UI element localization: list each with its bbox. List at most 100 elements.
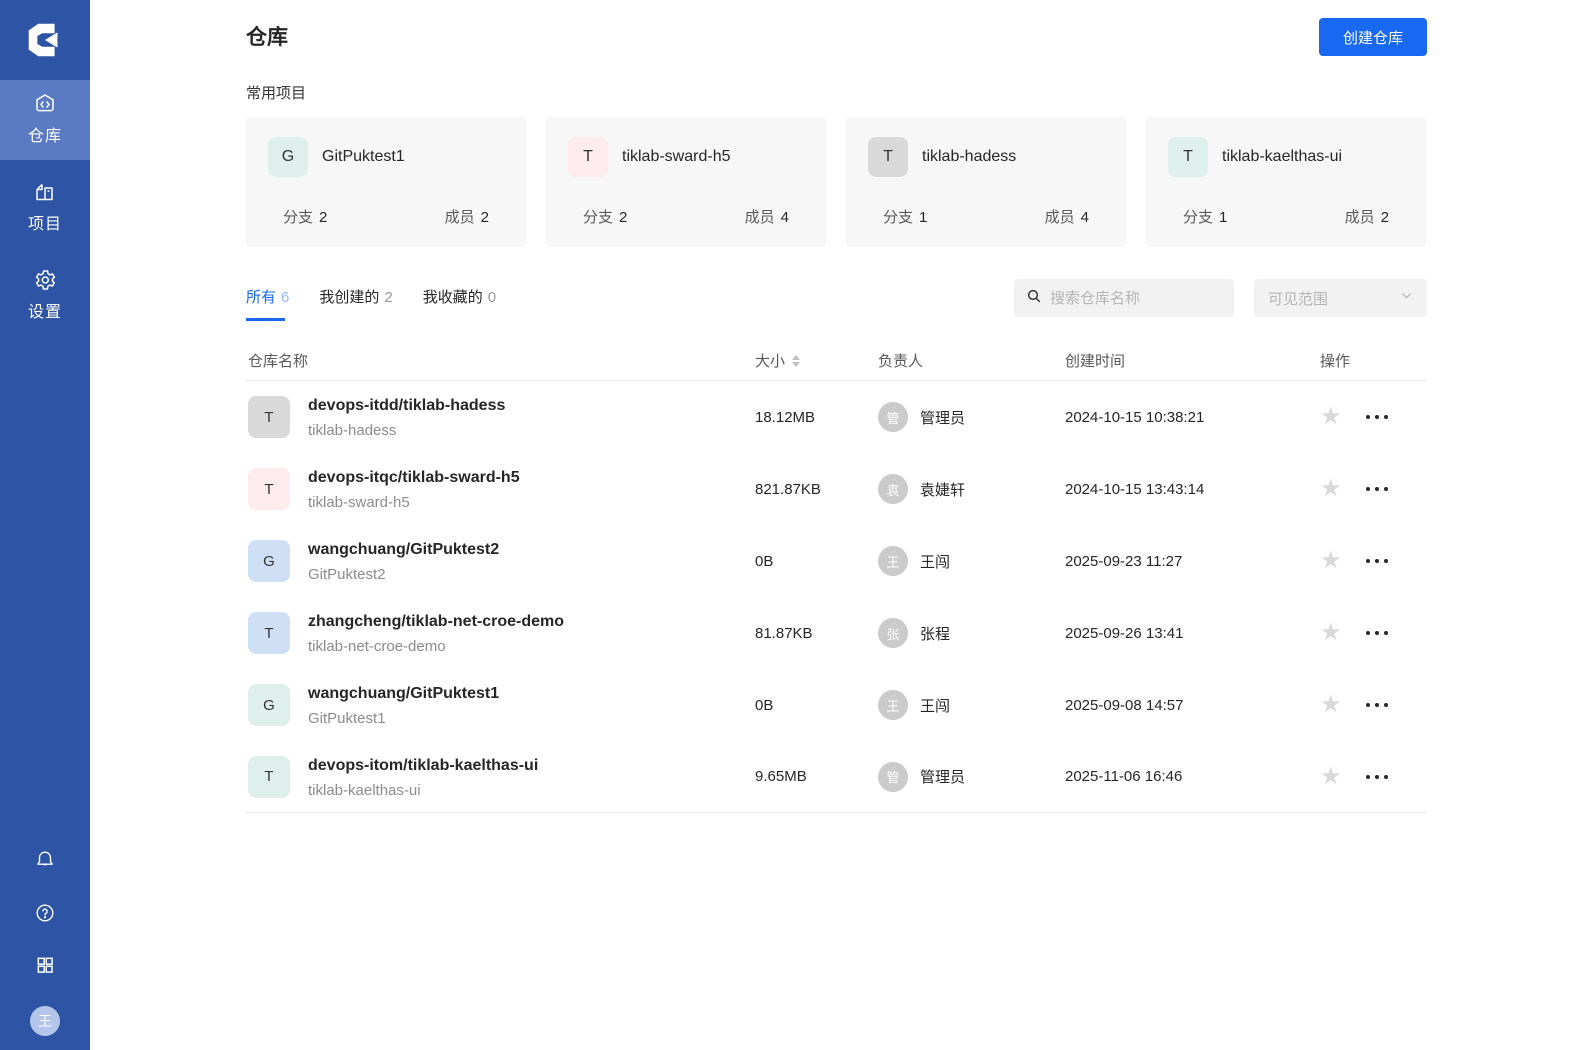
project-icon: [33, 180, 57, 204]
project-name: tiklab-hadess: [922, 148, 1017, 165]
more-actions-icon[interactable]: [1365, 703, 1388, 707]
repo-size: 81.87KB: [755, 624, 813, 642]
repo-subtitle: tiklab-kaelthas-ui: [308, 781, 421, 799]
project-name: tiklab-kaelthas-ui: [1222, 148, 1343, 165]
repo-search[interactable]: [1014, 279, 1234, 317]
owner-name: 管理员: [920, 769, 966, 786]
star-icon[interactable]: ★: [1320, 405, 1342, 429]
owner-avatar: 袁: [878, 474, 908, 504]
apps-grid-icon[interactable]: [35, 955, 55, 980]
repo-subtitle: tiklab-net-croe-demo: [308, 638, 446, 655]
repo-name-link[interactable]: devops-itqc/tiklab-sward-h5: [308, 467, 520, 488]
owner-name: 王闯: [920, 697, 951, 715]
branch-stat: 分支 1: [883, 209, 928, 226]
user-avatar[interactable]: 王: [30, 1006, 60, 1036]
tab-all[interactable]: 所有 6: [246, 286, 289, 321]
member-stat: 成员 2: [444, 209, 489, 226]
more-actions-icon[interactable]: [1365, 415, 1388, 419]
star-icon[interactable]: ★: [1320, 693, 1342, 717]
main-content: 仓库 创建仓库 常用项目 G GitPuktest1 分支 2 成员 2 T t…: [90, 0, 1575, 1050]
chevron-down-icon: [1400, 289, 1413, 307]
branch-stat: 分支 1: [1183, 209, 1228, 226]
repo-avatar: G: [248, 684, 290, 726]
project-name: GitPuktest1: [322, 148, 405, 165]
owner-name: 张程: [920, 625, 951, 643]
sort-icon[interactable]: [792, 354, 801, 367]
table-row: G wangchuang/GitPuktest1 GitPuktest1 0B …: [246, 669, 1427, 741]
sidebar-item-repository[interactable]: 仓库: [0, 80, 90, 160]
star-icon[interactable]: ★: [1320, 549, 1342, 573]
repo-name-link[interactable]: wangchuang/GitPuktest1: [308, 683, 499, 704]
more-actions-icon[interactable]: [1365, 487, 1388, 491]
owner-avatar: 王: [878, 690, 908, 720]
table-row: T devops-itdd/tiklab-hadess tiklab-hades…: [246, 381, 1427, 453]
repository-icon: [33, 92, 57, 116]
more-actions-icon[interactable]: [1365, 559, 1388, 563]
app-window: 仓库 项目 设置 王 仓库 创建仓库 常用项目 G GitPuktest1 分支…: [0, 0, 1575, 1050]
sidebar-item-label: 项目: [27, 216, 62, 233]
help-icon[interactable]: [34, 902, 56, 929]
notifications-bell-icon[interactable]: [34, 849, 56, 876]
tab-starred-by-me[interactable]: 我收藏的 0: [423, 286, 496, 321]
repo-name-link[interactable]: devops-itdd/tiklab-hadess: [308, 395, 505, 416]
visibility-filter-select[interactable]: 可见范围: [1254, 279, 1427, 317]
repo-subtitle: GitPuktest1: [308, 710, 386, 727]
owner-avatar: 管: [878, 761, 908, 792]
repo-subtitle: tiklab-hadess: [308, 422, 397, 439]
created-time: 2025-09-08 14:57: [1065, 696, 1184, 714]
owner-name: 袁婕轩: [920, 481, 966, 499]
star-icon[interactable]: ★: [1320, 621, 1342, 645]
search-icon: [1026, 288, 1042, 309]
project-card[interactable]: T tiklab-sward-h5 分支 2 成员 4: [546, 117, 826, 247]
owner-name: 管理员: [920, 409, 966, 427]
table-row: T devops-itqc/tiklab-sward-h5 tiklab-swa…: [246, 453, 1427, 525]
more-actions-icon[interactable]: [1365, 774, 1388, 779]
col-header-size[interactable]: 大小: [755, 350, 878, 371]
sidebar-item-project[interactable]: 项目: [0, 168, 90, 248]
repo-table: 仓库名称 大小 负责人 创建时间 操作 T devops-itdd/tiklab…: [246, 341, 1427, 813]
repo-name-link[interactable]: zhangcheng/tiklab-net-croe-demo: [308, 611, 564, 632]
create-repository-button[interactable]: 创建仓库: [1318, 18, 1427, 56]
sidebar-item-label: 仓库: [27, 128, 62, 145]
tab-created-by-me[interactable]: 我创建的 2: [319, 286, 392, 321]
repo-name-link[interactable]: devops-itom/tiklab-kaelthas-ui: [308, 755, 538, 776]
project-card[interactable]: T tiklab-hadess 分支 1 成员 4: [846, 117, 1126, 247]
owner-avatar: 管: [878, 402, 908, 432]
favorites-section-title: 常用项目: [246, 85, 307, 102]
col-header-actions: 操作: [1320, 353, 1351, 370]
project-avatar: T: [568, 137, 608, 177]
project-name: tiklab-sward-h5: [622, 148, 731, 165]
sidebar-item-settings[interactable]: 设置: [0, 256, 90, 336]
owner-avatar: 王: [878, 546, 908, 576]
owner-name: 王闯: [920, 553, 951, 571]
list-toolbar: 所有6 我创建的2 我收藏的0 可见范围: [246, 279, 1427, 323]
repo-name-link[interactable]: wangchuang/GitPuktest2: [308, 539, 499, 560]
star-icon[interactable]: ★: [1320, 764, 1342, 789]
created-time: 2025-09-23 11:27: [1065, 552, 1183, 570]
created-time: 2025-11-06 16:46: [1065, 768, 1183, 785]
branch-stat: 分支 2: [583, 209, 628, 226]
search-input[interactable]: [1050, 289, 1210, 307]
sidebar-bottom: 王: [30, 849, 60, 1050]
owner-avatar: 张: [878, 618, 908, 648]
table-row: T devops-itom/tiklab-kaelthas-ui tiklab-…: [246, 741, 1427, 813]
repo-size: 9.65MB: [755, 768, 807, 785]
repo-size: 821.87KB: [755, 480, 821, 498]
member-stat: 成员 2: [1344, 209, 1389, 226]
branch-stat: 分支 2: [283, 209, 328, 226]
project-card[interactable]: T tiklab-kaelthas-ui 分支 1 成员 2: [1146, 117, 1426, 247]
project-avatar: T: [1168, 137, 1208, 177]
repo-avatar: G: [248, 540, 290, 582]
more-actions-icon[interactable]: [1365, 631, 1388, 635]
favorite-project-cards: G GitPuktest1 分支 2 成员 2 T tiklab-sward-h5 …: [246, 117, 1427, 247]
col-header-name: 仓库名称: [248, 353, 309, 370]
app-logo[interactable]: [0, 0, 90, 80]
table-row: G wangchuang/GitPuktest2 GitPuktest2 0B …: [246, 525, 1427, 597]
repo-size: 0B: [755, 552, 774, 570]
gear-icon: [33, 268, 57, 292]
star-icon[interactable]: ★: [1320, 477, 1342, 501]
sidebar-nav: 仓库 项目 设置: [0, 80, 90, 336]
project-card[interactable]: G GitPuktest1 分支 2 成员 2: [246, 117, 526, 247]
member-stat: 成员 4: [744, 209, 789, 226]
repo-size: 0B: [755, 696, 774, 714]
